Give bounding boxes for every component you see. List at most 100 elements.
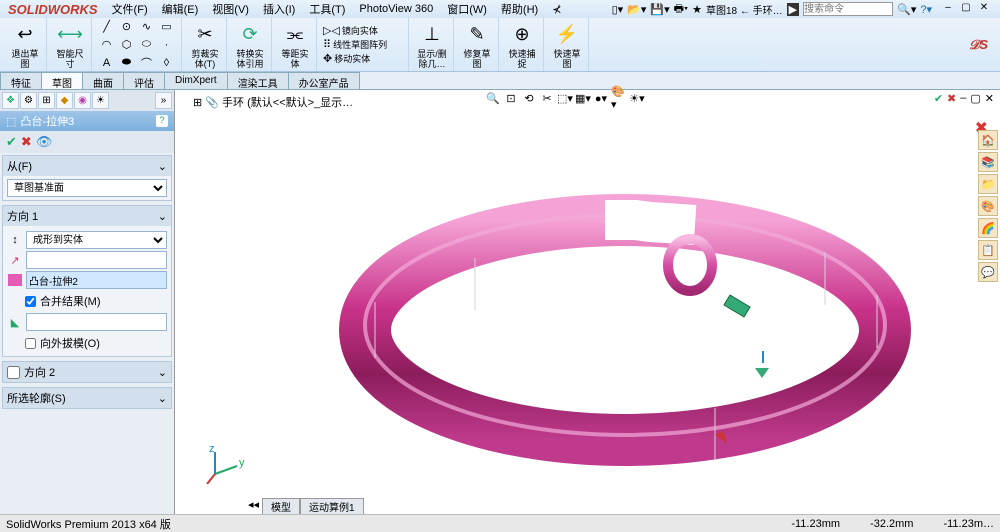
search-icon[interactable]: 🔍▾ xyxy=(897,3,916,16)
appearances-icon[interactable]: 🌈 xyxy=(978,218,998,238)
menu-tools[interactable]: 工具(T) xyxy=(303,0,351,18)
resources-icon[interactable]: 🏠 xyxy=(978,130,998,150)
fillet-icon[interactable]: ⌒ xyxy=(138,55,156,71)
menu-window[interactable]: 窗口(W) xyxy=(441,0,493,18)
minimize-icon[interactable]: ‒ xyxy=(940,2,956,16)
exit-sketch-button[interactable]: ↩ 退出草 图 xyxy=(4,18,47,71)
line-icon[interactable]: ╱ xyxy=(98,19,116,35)
collapse-icon[interactable]: ⌄ xyxy=(158,210,167,223)
viewport-breadcrumb[interactable]: ⊞ 📎 手环 (默认<<默认>_显示… xyxy=(193,94,353,110)
plane-icon[interactable]: ◊ xyxy=(158,55,176,71)
collapse-icon[interactable]: ⌄ xyxy=(158,160,167,173)
from-dropdown[interactable]: 草图基准面 xyxy=(7,179,167,197)
cancel-icon[interactable]: ✖ xyxy=(21,134,32,150)
menu-insert[interactable]: 插入(I) xyxy=(257,0,301,18)
direction2-section[interactable]: 方向 2⌄ xyxy=(2,361,172,383)
fm-display-icon[interactable]: ◉ xyxy=(74,92,91,109)
forum-icon[interactable]: 💬 xyxy=(978,262,998,282)
menu-view[interactable]: 视图(V) xyxy=(206,0,255,18)
merge-checkbox[interactable]: 合并结果(M) xyxy=(7,291,167,311)
tab-motion-study[interactable]: 运动算例1 xyxy=(300,498,364,514)
tab-feature[interactable]: 特征 xyxy=(0,72,42,89)
display-style-icon[interactable]: ▦▾ xyxy=(575,90,591,106)
view-orient-icon[interactable]: ⬚▾ xyxy=(557,90,573,106)
zoom-area-icon[interactable]: ⊡ xyxy=(503,90,519,106)
reverse-dir-icon[interactable]: ↕ xyxy=(7,232,23,248)
direction-vector-icon[interactable]: ↗ xyxy=(7,252,23,268)
preview-icon[interactable]: 👁 xyxy=(36,134,53,150)
appearance-icon[interactable]: 🎨▾ xyxy=(611,90,627,106)
doc-close-icon[interactable]: ✕ xyxy=(985,92,994,105)
scene-icon[interactable]: ☀▾ xyxy=(629,90,645,106)
tab-dimxpert[interactable]: DimXpert xyxy=(164,72,228,89)
draft-icon[interactable]: ◣ xyxy=(7,314,23,330)
print-icon[interactable]: 🖶▾ xyxy=(674,0,688,19)
menu-help[interactable]: 帮助(H) xyxy=(495,0,544,18)
convert-button[interactable]: ⟳ 转换实 体引用 xyxy=(229,18,272,71)
point-icon[interactable]: · xyxy=(158,37,176,53)
view-palette-icon[interactable]: 🎨 xyxy=(978,196,998,216)
fm-config-icon[interactable]: ⊞ xyxy=(38,92,55,109)
hide-show-icon[interactable]: ●▾ xyxy=(593,90,609,106)
expand-icon[interactable]: ⌄ xyxy=(158,392,167,405)
open-icon[interactable]: 📂▾ xyxy=(627,3,646,16)
confirm-cancel-icon[interactable]: ✖ xyxy=(947,92,956,105)
doc-min-icon[interactable]: ‒ xyxy=(960,92,966,105)
fm-dimxpert-icon[interactable]: ◆ xyxy=(56,92,73,109)
direction-input[interactable] xyxy=(26,251,167,269)
menu-pin-icon[interactable]: ⊀ xyxy=(546,2,567,17)
spline-icon[interactable]: ∿ xyxy=(138,19,156,35)
new-doc-icon[interactable]: ▯▾ xyxy=(612,3,624,16)
menu-file[interactable]: 文件(F) xyxy=(106,0,154,18)
star-icon[interactable]: ★ xyxy=(692,3,702,16)
tab-office[interactable]: 办公室产品 xyxy=(288,72,360,89)
orientation-triad[interactable]: y z x xyxy=(205,444,245,484)
close-icon[interactable]: ✕ xyxy=(976,2,992,16)
draft-input[interactable] xyxy=(26,313,167,331)
tab-surface[interactable]: 曲面 xyxy=(82,72,124,89)
menu-edit[interactable]: 编辑(E) xyxy=(156,0,205,18)
doc-max-icon[interactable]: ▢ xyxy=(970,92,980,105)
fm-prop-icon[interactable]: ⚙ xyxy=(20,92,37,109)
breadcrumb-top[interactable]: 草图18 ← 手环… xyxy=(706,2,783,17)
offset-button[interactable]: ⫘ 等距实 体 xyxy=(274,18,317,71)
trim-button[interactable]: ✂ 剪裁实 体(T) xyxy=(184,18,227,71)
dir2-enable-checkbox[interactable] xyxy=(7,366,20,379)
tab-sketch[interactable]: 草图 xyxy=(41,72,83,89)
custom-props-icon[interactable]: 📋 xyxy=(978,240,998,260)
end-condition-dropdown[interactable]: 成形到实体 xyxy=(26,231,167,249)
section-view-icon[interactable]: ✂ xyxy=(539,90,555,106)
fm-expand-icon[interactable]: » xyxy=(155,92,172,109)
tab-render[interactable]: 渲染工具 xyxy=(227,72,289,89)
rapid-sketch-button[interactable]: ⚡ 快速草 图 xyxy=(546,18,589,71)
mirror-icon[interactable]: ▷◁ xyxy=(323,24,340,37)
file-explorer-icon[interactable]: 📁 xyxy=(978,174,998,194)
linear-pattern-icon[interactable]: ⠿ xyxy=(323,38,331,51)
menu-photoview[interactable]: PhotoView 360 xyxy=(353,2,439,16)
slot-icon[interactable]: ⬬ xyxy=(118,55,136,71)
confirm-ok-icon[interactable]: ✔ xyxy=(934,92,943,105)
show-hide-button[interactable]: ⊥ 显示/删 除几… xyxy=(411,18,454,71)
repair-button[interactable]: ✎ 修复草 图 xyxy=(456,18,499,71)
arc-icon[interactable]: ◠ xyxy=(98,37,116,53)
expand-icon[interactable]: ⌄ xyxy=(158,366,167,379)
contours-section[interactable]: 所选轮廓(S)⌄ xyxy=(2,387,172,409)
draft-outward-checkbox[interactable]: 向外拔模(O) xyxy=(7,333,167,353)
zoom-fit-icon[interactable]: 🔍 xyxy=(485,90,501,106)
polygon-icon[interactable]: ⬡ xyxy=(118,37,136,53)
smart-dimension-button[interactable]: ⟷ 智能尺 寸 xyxy=(49,18,92,71)
search-input[interactable] xyxy=(803,2,893,16)
circle-icon[interactable]: ⊙ xyxy=(118,19,136,35)
motion-nav-left-icon[interactable]: ◂◂ xyxy=(245,498,262,514)
quick-snap-button[interactable]: ⊕ 快速捕 捉 xyxy=(501,18,544,71)
tree-expand-icon[interactable]: ⊞ xyxy=(193,97,205,109)
move-icon[interactable]: ✥ xyxy=(323,52,332,65)
save-icon[interactable]: 💾▾ xyxy=(650,3,669,16)
text-icon[interactable]: A xyxy=(98,55,116,71)
fm-render-icon[interactable]: ☀ xyxy=(92,92,109,109)
ellipse-icon[interactable]: ⬭ xyxy=(138,37,156,53)
fm-tree-icon[interactable]: ❖ xyxy=(2,92,19,109)
ok-icon[interactable]: ✔ xyxy=(6,134,17,150)
tab-model[interactable]: 模型 xyxy=(262,498,300,514)
rect-icon[interactable]: ▭ xyxy=(158,19,176,35)
